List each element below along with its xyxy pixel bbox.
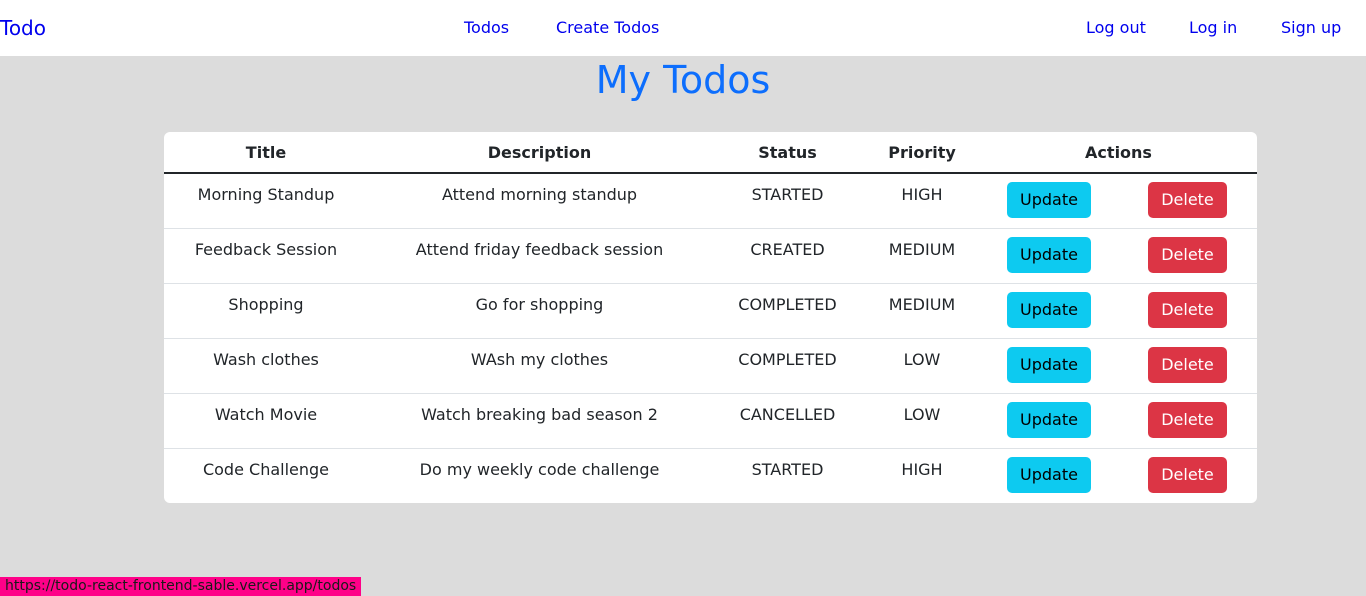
todo-priority-cell: HIGH bbox=[901, 459, 943, 479]
todo-description-cell: Do my weekly code challenge bbox=[419, 459, 660, 479]
todo-description-cell: WAsh my clothes bbox=[368, 338, 711, 394]
column-header-actions: Actions bbox=[980, 132, 1257, 174]
nav-link-log-in[interactable]: Log in bbox=[1189, 18, 1237, 38]
column-header-priority: Priority bbox=[864, 132, 980, 174]
update-button[interactable]: Update bbox=[1007, 456, 1091, 493]
nav-link-todos[interactable]: Todos bbox=[464, 18, 509, 38]
todo-title-cell: Code Challenge bbox=[202, 459, 330, 479]
todo-status-cell: COMPLETED bbox=[711, 283, 864, 339]
delete-cell: Delete bbox=[1118, 228, 1257, 284]
todos-table: Title Description Status Priority Action… bbox=[164, 132, 1257, 503]
todo-title-cell: Feedback Session bbox=[164, 228, 368, 284]
delete-cell: Delete bbox=[1118, 338, 1257, 394]
update-cell: Update bbox=[980, 448, 1118, 503]
todo-title-cell: Wash clothes bbox=[164, 338, 368, 394]
column-header-description: Description bbox=[368, 132, 711, 174]
todo-description-cell: Attend morning standup bbox=[368, 173, 711, 229]
todo-title-cell: Shopping bbox=[164, 283, 368, 339]
todo-priority-cell: LOW bbox=[864, 393, 980, 449]
delete-cell: Delete bbox=[1118, 173, 1257, 229]
brand-link[interactable]: Todo bbox=[0, 16, 46, 40]
todo-description-cell: Watch breaking bad season 2 bbox=[368, 393, 711, 449]
update-cell: Update bbox=[980, 228, 1118, 284]
delete-cell: Delete bbox=[1118, 283, 1257, 339]
delete-button[interactable]: Delete bbox=[1148, 291, 1227, 328]
update-cell: Update bbox=[980, 338, 1118, 394]
todo-status-cell: COMPLETED bbox=[711, 338, 864, 394]
table-row: Wash clothes WAsh my clothes COMPLETED LOW U… bbox=[164, 338, 1257, 394]
update-cell: Update bbox=[980, 393, 1118, 449]
page-title: My Todos bbox=[595, 58, 771, 102]
nav-link-sign-up[interactable]: Sign up bbox=[1281, 18, 1341, 38]
todo-title-cell: Morning Standup bbox=[164, 173, 368, 229]
table-header-row: Title Description Status Priority Action… bbox=[164, 132, 1257, 174]
column-header-status: Status bbox=[711, 132, 864, 174]
update-button[interactable]: Update bbox=[1007, 291, 1091, 328]
todo-description-cell: Attend friday feedback session bbox=[368, 228, 711, 284]
todos-table-card: Title Description Status Priority Action… bbox=[164, 132, 1257, 503]
nav-link-log-out[interactable]: Log out bbox=[1086, 18, 1146, 38]
delete-button[interactable]: Delete bbox=[1148, 456, 1227, 493]
todo-priority-cell: LOW bbox=[864, 338, 980, 394]
column-header-title: Title bbox=[164, 132, 368, 174]
status-bar-url: https://todo-react-frontend-sable.vercel… bbox=[0, 577, 362, 596]
update-button[interactable]: Update bbox=[1007, 236, 1091, 273]
todo-status-cell: CREATED bbox=[711, 228, 864, 284]
todo-status-cell: CANCELLED bbox=[711, 393, 864, 449]
todo-status-cell: STARTED bbox=[711, 173, 864, 229]
delete-button[interactable]: Delete bbox=[1148, 236, 1227, 273]
delete-button[interactable]: Delete bbox=[1148, 182, 1227, 218]
update-cell: Update bbox=[980, 283, 1118, 339]
todo-title-cell: Watch Movie bbox=[164, 393, 368, 449]
nav-link-create-todos[interactable]: Create Todos bbox=[556, 18, 659, 38]
todo-priority-cell: HIGH bbox=[864, 173, 980, 229]
delete-button[interactable]: Delete bbox=[1148, 401, 1227, 438]
delete-button[interactable]: Delete bbox=[1148, 346, 1227, 383]
navbar: Todo Todos Create Todos Log out Log in S… bbox=[0, 0, 1366, 56]
table-row: Watch Movie Watch breaking bad season 2 CA… bbox=[164, 393, 1257, 449]
table-row: Code Challenge Do my weekly code challeng… bbox=[164, 448, 1257, 503]
todo-priority-cell: MEDIUM bbox=[864, 228, 980, 284]
todo-status-cell: STARTED bbox=[751, 459, 824, 479]
table-row: Feedback Session Attend friday feedback s… bbox=[164, 228, 1257, 284]
table-row: Shopping Go for shopping COMPLETED MEDIUM Up… bbox=[164, 283, 1257, 339]
update-cell: Update bbox=[980, 173, 1118, 229]
update-button[interactable]: Update bbox=[1007, 346, 1091, 383]
table-row: Morning Standup Attend morning standup STA… bbox=[164, 173, 1257, 229]
delete-cell: Delete bbox=[1118, 448, 1257, 503]
update-button[interactable]: Update bbox=[1007, 182, 1091, 218]
todo-priority-cell: MEDIUM bbox=[864, 283, 980, 339]
delete-cell: Delete bbox=[1118, 393, 1257, 449]
update-button[interactable]: Update bbox=[1007, 401, 1091, 438]
todo-description-cell: Go for shopping bbox=[368, 283, 711, 339]
